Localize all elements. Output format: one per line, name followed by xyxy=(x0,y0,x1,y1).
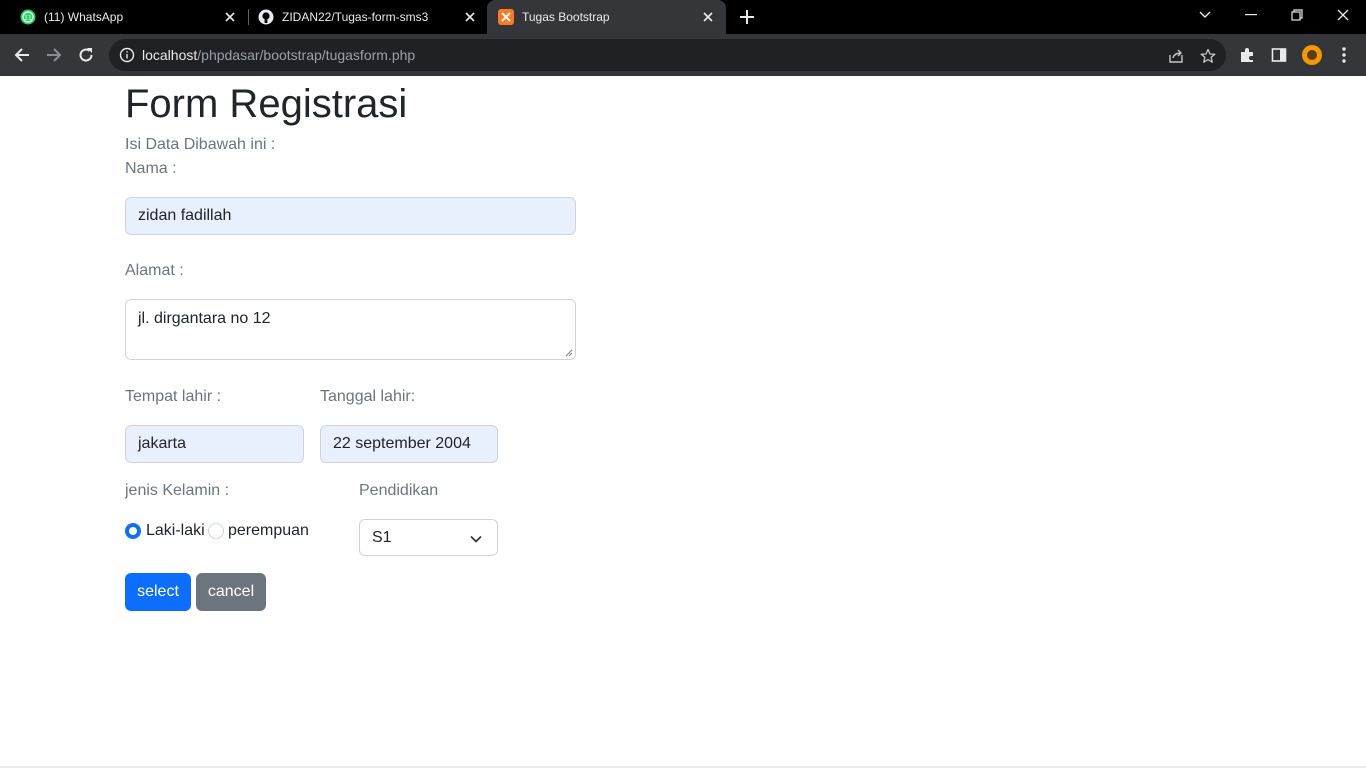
tab-search-icon[interactable] xyxy=(1192,4,1218,26)
nama-label: Nama : xyxy=(125,160,177,177)
profile-avatar[interactable] xyxy=(1302,45,1322,65)
svg-text:11: 11 xyxy=(24,15,32,22)
tempat-lahir-label: Tempat lahir : xyxy=(125,388,222,405)
minimize-icon[interactable] xyxy=(1238,4,1264,26)
restore-icon[interactable] xyxy=(1284,4,1310,26)
close-icon[interactable] xyxy=(700,9,716,25)
pendidikan-select[interactable]: S1 xyxy=(359,519,498,556)
pendidikan-value: S1 xyxy=(372,528,392,546)
xampp-icon xyxy=(498,9,514,25)
side-panel-icon[interactable] xyxy=(1270,46,1288,64)
nama-value: zidan fadillah xyxy=(138,207,232,224)
tanggal-lahir-value: 22 september 2004 xyxy=(333,435,471,452)
tab-title: ZIDAN22/Tugas-form-sms3 xyxy=(282,10,429,24)
jenis-kelamin-label: jenis Kelamin : xyxy=(125,482,230,499)
close-window-icon[interactable] xyxy=(1330,4,1356,26)
url-path: /phpdasar/bootstrap/tugasform.php xyxy=(197,47,416,63)
form-subtitle: Isi Data Dibawah ini : xyxy=(125,136,276,153)
select-button[interactable]: select xyxy=(125,573,191,611)
resize-handle-icon[interactable] xyxy=(565,349,573,357)
page-title: Form Registrasi xyxy=(125,82,408,126)
tab-title: (11) WhatsApp xyxy=(44,10,124,24)
forward-icon[interactable] xyxy=(42,43,66,67)
share-icon[interactable] xyxy=(1167,47,1185,65)
url-text: localhost/phpdasar/bootstrap/tugasform.p… xyxy=(142,47,415,63)
alamat-label: Alamat : xyxy=(125,262,184,279)
back-icon[interactable] xyxy=(10,43,34,67)
tab-github[interactable]: ZIDAN22/Tugas-form-sms3 xyxy=(248,0,488,34)
github-icon xyxy=(258,9,274,25)
reload-icon[interactable] xyxy=(74,43,98,67)
tempat-lahir-input[interactable]: jakarta xyxy=(125,425,304,463)
tab-strip: 11 (11) WhatsApp ZIDAN22/Tugas-form-sms3… xyxy=(0,0,1366,34)
pendidikan-label: Pendidikan xyxy=(359,482,439,499)
extensions-icon[interactable] xyxy=(1238,46,1256,64)
cancel-button[interactable]: cancel xyxy=(196,573,266,611)
tab-title: Tugas Bootstrap xyxy=(522,10,610,24)
radio-perempuan[interactable] xyxy=(208,523,224,539)
close-icon[interactable] xyxy=(222,9,238,25)
new-tab-button[interactable] xyxy=(737,7,757,27)
alamat-value: jl. dirgantara no 12 xyxy=(138,310,271,327)
menu-kebab-icon[interactable] xyxy=(1335,46,1353,64)
radio-label-perempuan[interactable]: perempuan xyxy=(228,522,309,540)
whatsapp-icon: 11 xyxy=(20,9,36,25)
close-icon[interactable] xyxy=(462,9,478,25)
radio-laki-laki[interactable] xyxy=(125,523,141,539)
chevron-down-icon xyxy=(470,535,482,543)
radio-label-laki-laki[interactable]: Laki-laki xyxy=(146,522,205,540)
address-bar[interactable]: localhost/phpdasar/bootstrap/tugasform.p… xyxy=(109,39,1226,71)
tempat-lahir-value: jakarta xyxy=(138,435,187,452)
nama-input[interactable]: zidan fadillah xyxy=(125,197,576,235)
site-info-icon[interactable] xyxy=(119,47,135,63)
bookmark-star-icon[interactable] xyxy=(1199,47,1217,65)
alamat-textarea[interactable]: jl. dirgantara no 12 xyxy=(125,299,576,360)
browser-toolbar: localhost/phpdasar/bootstrap/tugasform.p… xyxy=(0,34,1366,76)
page-content: Form Registrasi Isi Data Dibawah ini : N… xyxy=(0,76,1366,768)
tab-whatsapp[interactable]: 11 (11) WhatsApp xyxy=(8,0,248,34)
tab-tugas-bootstrap[interactable]: Tugas Bootstrap xyxy=(487,0,726,34)
url-host: localhost xyxy=(142,47,198,63)
tanggal-lahir-label: Tanggal lahir: xyxy=(320,388,416,405)
tanggal-lahir-input[interactable]: 22 september 2004 xyxy=(320,425,498,463)
